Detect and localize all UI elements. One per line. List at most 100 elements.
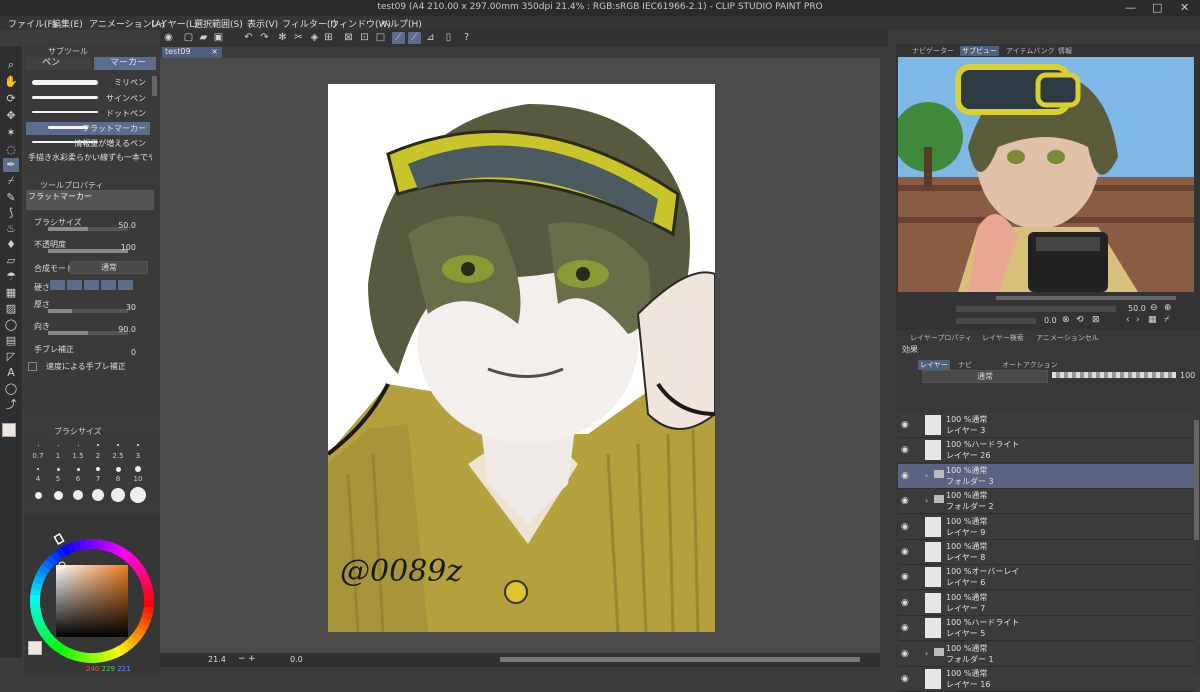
ellipse-icon[interactable]: ◯ [3, 318, 19, 332]
cut-icon[interactable]: ✂ [292, 32, 305, 44]
tab-pen[interactable]: ペン [26, 57, 92, 70]
subview-scrollbar[interactable] [996, 296, 1176, 300]
tab-layer-search[interactable]: レイヤー検索 [982, 333, 1024, 343]
main-color-chip[interactable] [2, 423, 16, 437]
brush-size-preset-label[interactable]: 0.7 [28, 452, 48, 460]
pencil-icon[interactable]: ✎ [3, 191, 19, 205]
zoom-in-icon[interactable]: + [248, 654, 256, 664]
visibility-eye-icon[interactable]: ◉ [901, 623, 909, 633]
tab-layer[interactable]: レイヤー [918, 360, 950, 370]
brush-size-preset-dot[interactable] [58, 445, 59, 446]
correct-line-icon[interactable]: ⤴ [3, 398, 19, 412]
tab-auto-action[interactable]: オートアクション [1002, 360, 1058, 370]
subview-zoom-out-icon[interactable]: ⊖ [1150, 303, 1158, 313]
brush-size-preset-dot[interactable] [54, 491, 63, 500]
layer-blend-select[interactable]: 通常 [922, 370, 1048, 383]
brush-size-preset-dot[interactable] [38, 445, 39, 446]
invert-selection-icon[interactable]: ⊡ [358, 32, 371, 44]
tab-layer-property[interactable]: レイヤープロパティ [910, 333, 972, 343]
airbrush-icon[interactable]: ♨ [3, 222, 19, 236]
layer-row[interactable]: ◉›100 %通常フォルダー 2 [898, 489, 1194, 514]
subview-zoom-slider[interactable] [956, 306, 1116, 312]
brush-size-preset-label[interactable]: 7 [88, 475, 108, 483]
visibility-eye-icon[interactable]: ◉ [901, 547, 909, 557]
brush-size-preset-dot[interactable] [57, 468, 60, 471]
ink-icon[interactable]: ♦ [3, 238, 19, 252]
subview-next-icon[interactable]: › [1136, 315, 1140, 325]
ruler-icon[interactable]: ◸ [3, 350, 19, 364]
brush-item[interactable]: 情報量が増えるペン [26, 137, 150, 150]
brush-size-preset-dot[interactable] [97, 444, 99, 446]
layer-row[interactable]: ◉100 %ハードライトレイヤー 26 [898, 438, 1194, 463]
snap-special-ruler-icon[interactable]: ⟋ [408, 32, 421, 44]
menu-filter[interactable]: フィルター(I) [282, 17, 337, 30]
layer-row[interactable]: ◉›100 %通常フォルダー 1 [898, 642, 1194, 667]
visibility-eye-icon[interactable]: ◉ [901, 445, 909, 455]
balloon-icon[interactable]: ◯ [3, 382, 19, 396]
brush-item[interactable]: ミリペン [26, 76, 150, 89]
tab-marker[interactable]: マーカー [94, 57, 156, 70]
brush-size-preset-dot[interactable] [73, 490, 83, 500]
save-icon[interactable]: ▣ [212, 32, 225, 44]
rotate-icon[interactable]: ⟳ [3, 92, 19, 106]
visibility-eye-icon[interactable]: ◉ [901, 674, 909, 684]
subview-angle-slider[interactable] [956, 318, 1036, 324]
folder-expand-icon[interactable]: › [925, 649, 928, 658]
visibility-eye-icon[interactable]: ◉ [901, 496, 909, 506]
brush-size-preset-dot[interactable] [35, 492, 42, 499]
lasso-icon[interactable]: ◌ [3, 143, 19, 157]
subtool-scrollbar[interactable] [152, 76, 157, 96]
layer-row[interactable]: ◉100 %通常レイヤー 9 [898, 515, 1194, 540]
pen-icon[interactable]: ✒ [3, 158, 19, 172]
sparkle-icon[interactable]: ✶ [3, 126, 19, 140]
zoom-value[interactable]: 21.4 [208, 655, 226, 664]
brush-size-preset-label[interactable]: 8 [108, 475, 128, 483]
open-folder-icon[interactable]: ▰ [197, 32, 210, 44]
layer-scrollbar[interactable] [1194, 420, 1199, 540]
brush-size-preset-label[interactable]: 6 [68, 475, 88, 483]
tab-item-bank[interactable]: アイテムバンク [1006, 46, 1055, 56]
brush-item-active[interactable]: フラットマーカー [26, 122, 150, 135]
tab-subview[interactable]: サブビュー [960, 46, 999, 56]
subview-prev-icon[interactable]: ‹ [1126, 315, 1130, 325]
visibility-eye-icon[interactable]: ◉ [901, 471, 909, 481]
brush-icon[interactable]: ⟆ [3, 206, 19, 220]
eyedropper-icon[interactable]: ⌿ [3, 174, 19, 188]
blend-icon[interactable]: ☂ [3, 270, 19, 284]
horizontal-scrollbar[interactable] [500, 657, 860, 662]
brush-size-preset-label[interactable]: 1 [48, 452, 68, 460]
menu-edit[interactable]: 編集(E) [52, 17, 83, 30]
tab-animation-cel[interactable]: アニメーションセル [1036, 333, 1099, 343]
brush-size-preset-dot[interactable] [77, 468, 80, 471]
layer-row[interactable]: ◉100 %通常レイヤー 8 [898, 540, 1194, 565]
visibility-eye-icon[interactable]: ◉ [901, 598, 909, 608]
artwork-canvas[interactable]: @0089z [328, 84, 715, 632]
undo-icon[interactable]: ↶ [242, 32, 255, 44]
document-tab[interactable]: test09 × [162, 47, 222, 58]
maximize-button[interactable]: □ [1152, 1, 1162, 14]
subview-eyedropper-icon[interactable]: ⌿ [1164, 315, 1169, 325]
menu-file[interactable]: ファイル(F) [8, 17, 56, 30]
layer-row[interactable]: ◉›100 %通常フォルダー 3 [898, 464, 1194, 489]
brush-size-preset-label[interactable]: 2.5 [108, 452, 128, 460]
folder-expand-icon[interactable]: › [925, 471, 928, 480]
text-icon[interactable]: A [3, 366, 19, 380]
brush-size-preset-label[interactable]: 2 [88, 452, 108, 460]
brush-size-preset-label[interactable]: 10 [128, 475, 148, 483]
layer-opacity-slider[interactable] [1052, 372, 1176, 378]
folder-expand-icon[interactable]: › [925, 496, 928, 505]
selection-border-icon[interactable]: □ [374, 32, 387, 44]
menu-help[interactable]: ヘルプ(H) [381, 17, 422, 30]
color-wheel[interactable] [24, 513, 160, 675]
fill-icon[interactable]: ▦ [3, 286, 19, 300]
layer-row[interactable]: ◉100 %ハードライトレイヤー 5 [898, 616, 1194, 641]
brush-item[interactable]: ドットペン [26, 107, 150, 120]
frame-icon[interactable]: ▤ [3, 334, 19, 348]
transform-icon[interactable]: ⊞ [322, 32, 335, 44]
snap-grid-icon[interactable]: ⊿ [424, 32, 437, 44]
close-tab-icon[interactable]: × [211, 47, 218, 56]
deselect-icon[interactable]: ⊠ [342, 32, 355, 44]
brush-size-preset-label[interactable]: 5 [48, 475, 68, 483]
visibility-eye-icon[interactable]: ◉ [901, 572, 909, 582]
menu-selection[interactable]: 選択範囲(S) [194, 17, 243, 30]
